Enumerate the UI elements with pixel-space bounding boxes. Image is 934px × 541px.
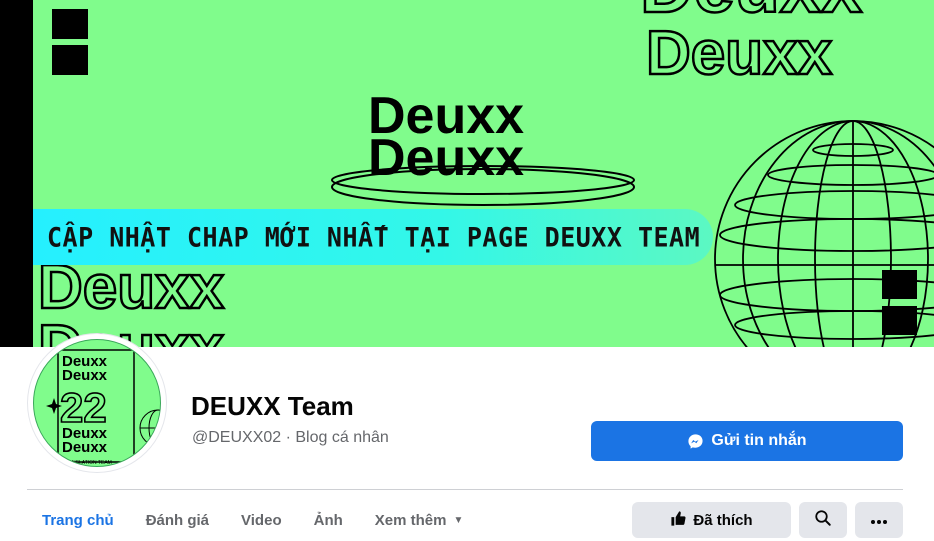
tab-home[interactable]: Trang chủ [26, 500, 130, 540]
avatar-brand-line-2: Deuxx [62, 367, 108, 384]
tab-more-label: Xem thêm [374, 511, 447, 529]
avatar-globe [139, 409, 160, 447]
cover-photo[interactable]: Deuxx Deuxx Deuxx Deuxx Deuxx Deuxx CẬP … [0, 0, 934, 347]
page-tabs: Trang chủ Đánh giá Video Ảnh Xem thêm ▼ [26, 500, 479, 540]
tab-video-label: Video [241, 511, 282, 529]
avatar-caption: TRANSLATION TEAM [62, 460, 112, 466]
header-divider [27, 489, 903, 490]
liked-button[interactable]: Đã thích [632, 502, 791, 538]
tab-reviews-label: Đánh giá [145, 511, 210, 529]
tab-home-label: Trang chủ [42, 511, 114, 529]
page-title: DEUXX Team [191, 391, 354, 421]
send-message-label: Gửi tin nhắn [711, 432, 807, 449]
avatar[interactable]: Deuxx Deuxx 22 Deuxx Deuxx TRANSLATION T… [33, 339, 161, 467]
messenger-icon [687, 433, 704, 450]
tab-reviews[interactable]: Đánh giá [130, 500, 225, 540]
avatar-number: 22 [60, 384, 107, 431]
search-button[interactable] [799, 502, 847, 538]
cover-banner: CẬP NHẬT CHAP MỚI NHẤT TẠI PAGE DEUXX TE… [33, 209, 713, 265]
thumbs-up-icon [670, 510, 687, 531]
cover-banner-text: CẬP NHẬT CHAP MỚI NHẤT TẠI PAGE DEUXX TE… [47, 221, 701, 253]
tab-photos[interactable]: Ảnh [298, 500, 359, 540]
page-handle: @DEUXX02 · Blog cá nhân [192, 429, 389, 446]
avatar-artwork: Deuxx Deuxx 22 Deuxx Deuxx TRANSLATION T… [46, 349, 160, 466]
tab-video[interactable]: Video [225, 500, 298, 540]
cover-outline-word-2: Deuxx [646, 19, 833, 88]
cover-brand-line-2: Deuxx [368, 129, 524, 187]
liked-label: Đã thích [693, 511, 753, 529]
more-horizontal-icon [870, 512, 888, 529]
tab-photos-label: Ảnh [313, 511, 343, 529]
cover-artwork: Deuxx Deuxx Deuxx Deuxx Deuxx Deuxx [37, 0, 934, 347]
more-options-button[interactable] [855, 502, 903, 538]
tab-more[interactable]: Xem thêm ▼ [359, 500, 480, 540]
search-icon [814, 509, 832, 531]
avatar-brand-line-4: Deuxx [62, 439, 108, 456]
cover-globe [714, 120, 934, 347]
send-message-button[interactable]: Gửi tin nhắn [591, 421, 903, 461]
caret-down-icon: ▼ [453, 514, 464, 526]
